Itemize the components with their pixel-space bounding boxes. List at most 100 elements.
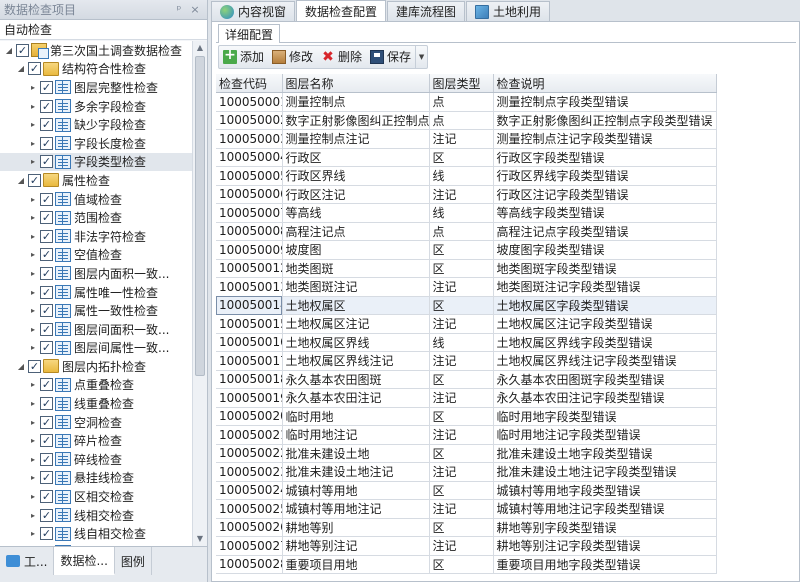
expand-arrow-icon[interactable]: ▸ xyxy=(28,269,38,278)
table-cell[interactable]: 100050005 xyxy=(216,166,283,186)
expand-arrow-icon[interactable]: ▸ xyxy=(28,232,38,241)
tree-item[interactable]: ▸ ✓ 缺少字段检查 xyxy=(0,115,192,134)
table-cell[interactable]: 100050023 xyxy=(216,462,283,482)
table-cell[interactable]: 区 xyxy=(429,259,494,278)
table-cell[interactable]: 注记 xyxy=(429,499,494,519)
table-cell[interactable]: 100050022 xyxy=(216,444,283,463)
table-cell[interactable]: 土地权属区界线注记 xyxy=(282,351,430,371)
tree-checkbox[interactable]: ✓ xyxy=(40,229,53,243)
table-cell[interactable]: 注记 xyxy=(429,425,494,445)
tree-checkbox[interactable]: ✓ xyxy=(28,62,41,76)
tree-checkbox[interactable]: ✓ xyxy=(40,285,53,299)
table-cell[interactable]: 行政区界线 xyxy=(282,166,430,186)
table-cell[interactable]: 100050004 xyxy=(216,148,283,167)
table-row[interactable]: 100050003 测量控制点注记 注记 测量控制点注记字段类型错误 xyxy=(216,129,717,149)
table-cell[interactable]: 100050019 xyxy=(216,388,283,408)
tree-checkbox[interactable]: ✓ xyxy=(16,43,29,57)
expand-arrow-icon[interactable]: ▸ xyxy=(28,529,38,538)
column-header[interactable]: 图层名称 xyxy=(282,74,430,93)
tree-item[interactable]: ▸ ✓ 悬挂线检查 xyxy=(0,469,192,488)
tree-checkbox[interactable]: ✓ xyxy=(40,118,53,132)
table-row[interactable]: 100050026 耕地等别区耕地等别字段类型错误 xyxy=(216,518,717,537)
table-cell[interactable]: 高程注记点字段类型错误 xyxy=(493,222,717,241)
table-row[interactable]: 100050027 耕地等别注记 注记 耕地等别注记字段类型错误 xyxy=(216,536,717,556)
table-cell[interactable]: 注记 xyxy=(429,185,494,204)
document-tab[interactable]: 土地利用 xyxy=(466,1,551,21)
table-cell[interactable]: 区 xyxy=(429,518,494,537)
table-cell[interactable]: 注记 xyxy=(429,388,494,408)
table-cell[interactable]: 100050014 xyxy=(216,296,283,315)
save-button[interactable]: 保存 xyxy=(366,46,415,68)
table-cell[interactable]: 地类图斑字段类型错误 xyxy=(493,259,717,278)
expand-arrow-icon[interactable]: ▸ xyxy=(28,511,38,520)
table-cell[interactable]: 点 xyxy=(429,222,494,241)
scroll-thumb[interactable] xyxy=(195,56,205,376)
table-row[interactable]: 100050005 行政区界线线行政区界线字段类型错误 xyxy=(216,166,717,186)
tree-checkbox[interactable]: ✓ xyxy=(40,378,53,392)
column-header[interactable]: 检查代码 xyxy=(216,74,283,93)
tree-item[interactable]: ◢ ✓ 结构符合性检查 xyxy=(0,60,192,79)
table-cell[interactable]: 100050020 xyxy=(216,407,283,426)
table-cell[interactable]: 点 xyxy=(429,92,494,112)
tree-checkbox[interactable]: ✓ xyxy=(40,471,53,485)
table-row[interactable]: 100050012 地类图斑区地类图斑字段类型错误 xyxy=(216,259,717,278)
tree-item[interactable]: ▸ ✓ 非法字符检查 xyxy=(0,227,192,246)
table-cell[interactable]: 注记 xyxy=(429,462,494,482)
table-cell[interactable]: 土地权属区字段类型错误 xyxy=(493,296,717,315)
table-cell[interactable]: 永久基本农田注记字段类型错误 xyxy=(493,388,717,408)
close-icon[interactable]: × xyxy=(187,3,203,16)
expand-arrow-icon[interactable]: ▸ xyxy=(28,343,38,352)
tree-item[interactable]: ▸ ✓ 空洞检查 xyxy=(0,413,192,432)
table-cell[interactable]: 批准未建设土地注记 xyxy=(282,462,430,482)
table-row[interactable]: 100050013 地类图斑注记 注记 地类图斑注记字段类型错误 xyxy=(216,277,717,297)
expand-arrow-icon[interactable]: ▸ xyxy=(28,83,38,92)
expand-arrow-icon[interactable]: ▸ xyxy=(28,102,38,111)
table-cell[interactable]: 区 xyxy=(429,555,494,574)
table-cell[interactable]: 注记 xyxy=(429,277,494,297)
table-cell[interactable]: 点 xyxy=(429,111,494,130)
table-cell[interactable]: 区 xyxy=(429,407,494,426)
table-cell[interactable]: 区 xyxy=(429,370,494,389)
table-cell[interactable]: 永久基本农田注记 xyxy=(282,388,430,408)
delete-button[interactable]: ✖ 删除 xyxy=(317,46,366,68)
table-row[interactable]: 100050001 测量控制点点测量控制点字段类型错误 xyxy=(216,92,717,112)
table-cell[interactable]: 数字正射影像图纠正控制点 xyxy=(282,111,430,130)
tree-item[interactable]: ▸ ✓ 碎片检查 xyxy=(0,431,192,450)
tree-checkbox[interactable]: ✓ xyxy=(40,211,53,225)
tree-scrollbar[interactable]: ▲ ▼ xyxy=(192,41,207,546)
table-cell[interactable]: 行政区字段类型错误 xyxy=(493,148,717,167)
table-cell[interactable]: 100050001 xyxy=(216,92,283,112)
table-cell[interactable]: 100050024 xyxy=(216,481,283,500)
bottom-tab[interactable]: 图例 xyxy=(115,547,152,575)
expand-arrow-icon[interactable]: ▸ xyxy=(28,436,38,445)
table-cell[interactable]: 土地权属区界线 xyxy=(282,333,430,352)
table-cell[interactable]: 高程注记点 xyxy=(282,222,430,241)
tree-item[interactable]: ▸ ✓ 区相交检查 xyxy=(0,487,192,506)
tree-item[interactable]: ▸ ✓ 线相交检查 xyxy=(0,506,192,525)
tree-item[interactable]: ▸ ✓ 值域检查 xyxy=(0,190,192,209)
table-row[interactable]: 100050017 土地权属区界线注记 注记 土地权属区界线注记字段类型错误 xyxy=(216,351,717,371)
table-cell[interactable]: 100050007 xyxy=(216,203,283,223)
expand-arrow-icon[interactable]: ▸ xyxy=(28,139,38,148)
tree-checkbox[interactable]: ✓ xyxy=(40,322,53,336)
tree-item[interactable]: ▸ ✓ 点重叠检查 xyxy=(0,376,192,395)
table-row[interactable]: 100050021 临时用地注记 注记 临时用地注记字段类型错误 xyxy=(216,425,717,445)
table-cell[interactable]: 100050012 xyxy=(216,259,283,278)
tree-checkbox[interactable]: ✓ xyxy=(40,99,53,113)
table-row[interactable]: 100050009 坡度图区坡度图字段类型错误 xyxy=(216,240,717,260)
table-cell[interactable]: 100050021 xyxy=(216,425,283,445)
table-row[interactable]: 100050022 批准未建设土地区批准未建设土地字段类型错误 xyxy=(216,444,717,463)
table-row[interactable]: 100050007 等高线线等高线字段类型错误 xyxy=(216,203,717,223)
tree-checkbox[interactable]: ✓ xyxy=(40,136,53,150)
table-cell[interactable]: 区 xyxy=(429,481,494,500)
collapse-arrow-icon[interactable]: ◢ xyxy=(4,46,14,55)
table-cell[interactable]: 坡度图字段类型错误 xyxy=(493,240,717,260)
table-cell[interactable]: 土地权属区 xyxy=(282,296,430,315)
expand-arrow-icon[interactable]: ▸ xyxy=(28,288,38,297)
scroll-up-icon[interactable]: ▲ xyxy=(193,41,207,55)
bottom-tab[interactable]: 数据检... xyxy=(54,547,115,575)
table-cell[interactable]: 注记 xyxy=(429,536,494,556)
table-cell[interactable]: 区 xyxy=(429,148,494,167)
table-cell[interactable]: 测量控制点 xyxy=(282,92,430,112)
tree-checkbox[interactable]: ✓ xyxy=(40,80,53,94)
